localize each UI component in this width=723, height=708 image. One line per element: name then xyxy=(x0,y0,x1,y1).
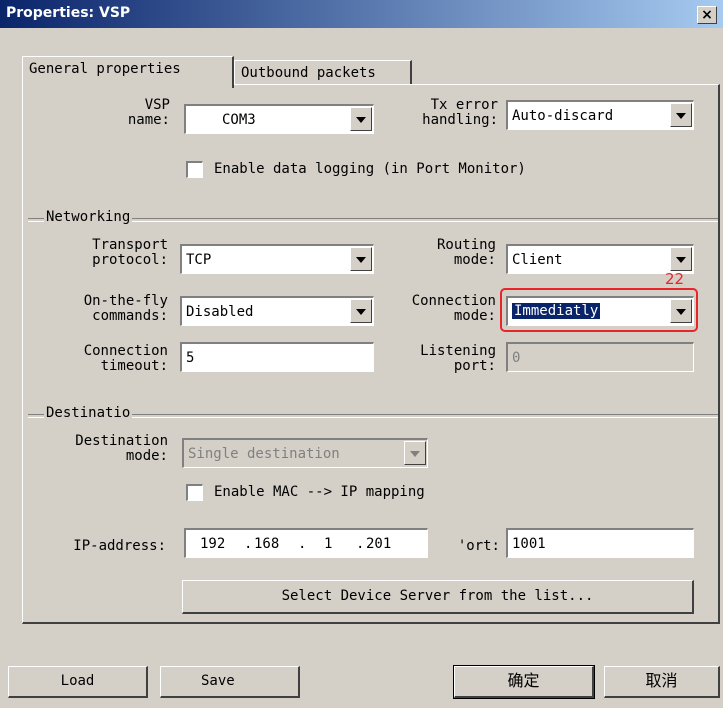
ip-dot: . xyxy=(356,536,365,552)
networking-group-label: Networking xyxy=(44,209,133,225)
ip-dot: . xyxy=(244,536,253,552)
cancel-button[interactable]: 取消 xyxy=(604,666,720,698)
connection-timeout-value: 5 xyxy=(186,350,195,366)
tx-error-dropdown[interactable]: Auto-discard xyxy=(506,100,694,130)
chevron-down-icon[interactable] xyxy=(350,107,372,131)
port-label: 'ort: xyxy=(457,538,500,554)
ip-octet-2: 168 xyxy=(254,536,280,552)
window-title: Properties: VSP xyxy=(6,5,131,21)
destination-group-label: Destinatio xyxy=(44,405,133,421)
data-logging-label: Enable data logging (in Port Monitor) xyxy=(214,161,526,177)
ip-octet-3: 1 xyxy=(324,536,333,552)
onthefly-commands-dropdown[interactable]: Disabled xyxy=(180,296,374,326)
data-logging-checkbox[interactable] xyxy=(186,161,203,178)
annotation-number: 22 xyxy=(665,270,685,288)
select-device-server-button[interactable]: Select Device Server from the list... xyxy=(182,580,694,614)
save-button[interactable]: Save xyxy=(160,666,300,698)
connection-timeout-label: Connection timeout: xyxy=(83,343,168,374)
chevron-down-icon[interactable] xyxy=(350,299,372,323)
transport-protocol-value: TCP xyxy=(186,252,212,268)
routing-mode-value: Client xyxy=(512,252,563,268)
chevron-down-icon[interactable] xyxy=(670,103,692,127)
listening-port-label: Listening port: xyxy=(420,343,496,374)
listening-port-value: 0 xyxy=(512,350,521,366)
tx-error-value: Auto-discard xyxy=(512,108,614,124)
ip-address-label: IP-address: xyxy=(73,538,166,554)
onthefly-commands-label: On-the-fly commands: xyxy=(83,293,168,324)
ip-octet-1: 192 xyxy=(200,536,226,552)
listening-port-input[interactable]: 0 xyxy=(506,342,694,372)
destination-mode-value: Single destination xyxy=(188,446,340,462)
tx-error-label: Tx error handling: xyxy=(422,97,498,128)
destination-mode-label: Destination mode: xyxy=(75,433,168,464)
destination-mode-dropdown[interactable]: Single destination xyxy=(182,438,428,468)
close-button[interactable]: × xyxy=(697,6,717,24)
properties-dialog: Properties: VSP × General properties Out… xyxy=(0,0,723,708)
chevron-down-icon[interactable] xyxy=(350,247,372,271)
vsp-name-label: VSP name: xyxy=(127,97,170,128)
mac-mapping-checkbox[interactable] xyxy=(186,484,203,501)
tab-general-properties[interactable]: General properties xyxy=(22,56,234,88)
chevron-down-icon[interactable] xyxy=(404,441,426,465)
annotation-highlight-box xyxy=(500,288,698,332)
ip-dot: . xyxy=(298,536,307,552)
ip-address-input[interactable]: 192 . 168 . 1 . 201 xyxy=(184,528,428,558)
chevron-down-icon[interactable] xyxy=(670,247,692,271)
vsp-name-dropdown[interactable]: COM3 xyxy=(184,104,374,134)
load-button[interactable]: Load xyxy=(8,666,148,698)
connection-mode-label: Connection mode: xyxy=(411,293,496,324)
transport-protocol-dropdown[interactable]: TCP xyxy=(180,244,374,274)
ok-button[interactable]: 确定 xyxy=(453,665,595,699)
transport-protocol-label: Transport protocol: xyxy=(92,237,168,268)
mac-mapping-label: Enable MAC --> IP mapping xyxy=(214,484,425,500)
title-bar[interactable]: Properties: VSP × xyxy=(0,0,723,28)
port-input[interactable]: 1001 xyxy=(506,528,694,558)
vsp-name-value: COM3 xyxy=(222,112,256,128)
ip-octet-4: 201 xyxy=(366,536,392,552)
onthefly-commands-value: Disabled xyxy=(186,304,254,320)
port-value: 1001 xyxy=(512,536,546,552)
connection-timeout-input[interactable]: 5 xyxy=(180,342,374,372)
routing-mode-label: Routing mode: xyxy=(436,237,496,268)
